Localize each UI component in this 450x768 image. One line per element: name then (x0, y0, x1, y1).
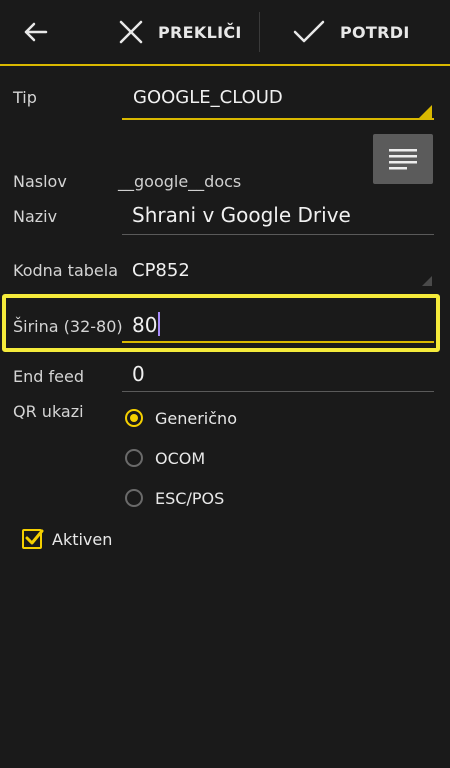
radio-option-genericno[interactable]: Generično (125, 405, 237, 431)
kodna-tabela-select[interactable]: CP852 (122, 254, 434, 290)
radio-button (125, 489, 143, 507)
arrow-left-icon (24, 22, 48, 42)
checkmark-icon (25, 529, 44, 545)
menu-button[interactable] (373, 134, 433, 184)
tip-select[interactable]: GOOGLE_CLOUD (122, 80, 434, 122)
radio-label: Generično (155, 408, 237, 428)
radio-label: ESC/POS (155, 488, 225, 508)
tip-value: GOOGLE_CLOUD (133, 87, 283, 108)
cancel-label: PREKLIČI (158, 22, 242, 42)
check-icon (293, 20, 325, 43)
naslov-label: Naslov (13, 172, 67, 191)
naslov-value: __google__docs (118, 172, 242, 191)
close-icon (119, 20, 143, 44)
end-feed-input[interactable]: 0 (122, 360, 434, 396)
radio-option-esc-pos[interactable]: ESC/POS (125, 485, 224, 511)
naziv-input[interactable]: Shrani v Google Drive (122, 200, 434, 240)
back-button[interactable] (14, 14, 54, 50)
naziv-value: Shrani v Google Drive (132, 203, 351, 227)
dropdown-triangle-icon (422, 276, 432, 286)
sirina-input[interactable]: 80 (122, 308, 434, 346)
dropdown-triangle-icon (419, 105, 432, 118)
end-feed-label: End feed (13, 367, 84, 386)
qr-ukazi-label: QR ukazi (13, 402, 84, 421)
aktiven-checkbox[interactable]: Aktiven (22, 526, 112, 552)
text-cursor (158, 312, 161, 336)
end-feed-value: 0 (132, 362, 145, 386)
kodna-tabela-label: Kodna tabela (13, 261, 118, 280)
radio-label: OCOM (155, 448, 206, 468)
sirina-label: Širina (32-80) (13, 317, 123, 336)
confirm-label: POTRDI (340, 22, 410, 42)
radio-button-checked (125, 409, 143, 427)
sirina-value: 80 (132, 313, 158, 337)
menu-lines-icon (389, 149, 417, 170)
tip-label: Tip (13, 88, 37, 107)
top-action-bar: PREKLIČI POTRDI (0, 0, 450, 66)
sirina-value-wrap: 80 (132, 312, 161, 337)
tip-underline (122, 118, 434, 120)
checkbox-checked (22, 529, 44, 549)
cancel-button[interactable]: PREKLIČI (118, 10, 242, 54)
end-feed-underline (122, 391, 434, 392)
radio-button (125, 449, 143, 467)
confirm-button[interactable]: POTRDI (292, 10, 410, 54)
sirina-underline (122, 341, 434, 343)
aktiven-label: Aktiven (52, 529, 113, 549)
naziv-label: Naziv (13, 207, 58, 226)
kodna-tabela-value: CP852 (132, 260, 190, 281)
radio-option-ocom[interactable]: OCOM (125, 445, 205, 471)
toolbar-divider (259, 12, 260, 52)
naziv-underline (122, 234, 434, 235)
